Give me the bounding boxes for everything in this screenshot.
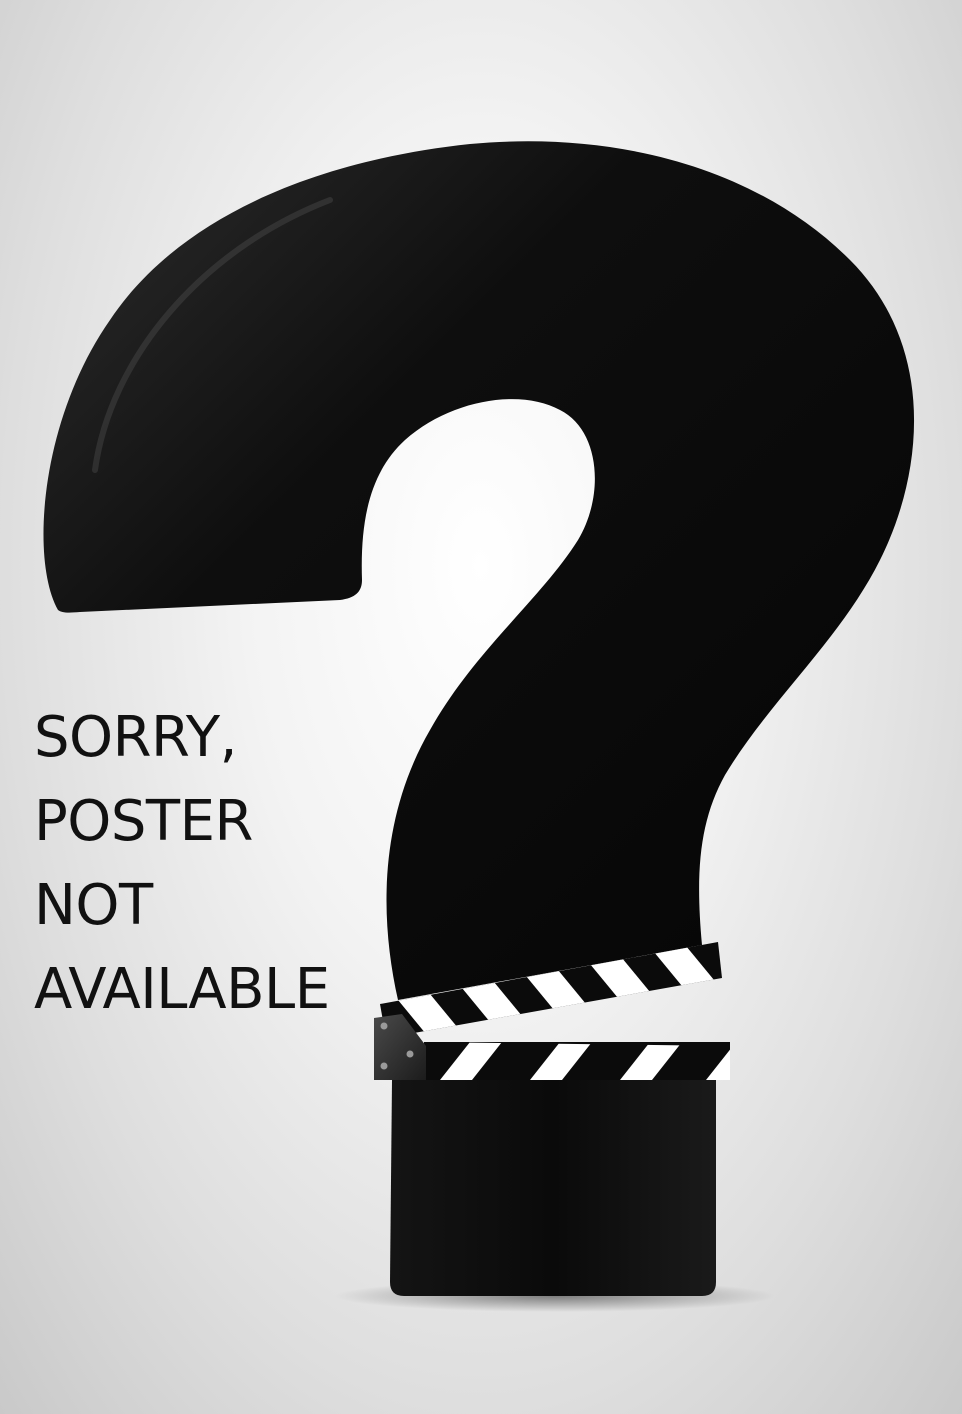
message-line-1: SORRY,: [34, 705, 237, 770]
clapstick-bottom: [424, 1042, 730, 1080]
message-line-3: NOT: [34, 873, 153, 938]
clapperboard-slate: [390, 1080, 716, 1296]
poster-not-available: SORRY, POSTER NOT AVAILABLE: [0, 0, 962, 1414]
message-line-2: POSTER: [34, 789, 253, 854]
poster-unavailable-message: SORRY, POSTER NOT AVAILABLE: [34, 696, 374, 1032]
message-line-4: AVAILABLE: [34, 957, 330, 1022]
clapperboard-icon: [374, 942, 730, 1296]
